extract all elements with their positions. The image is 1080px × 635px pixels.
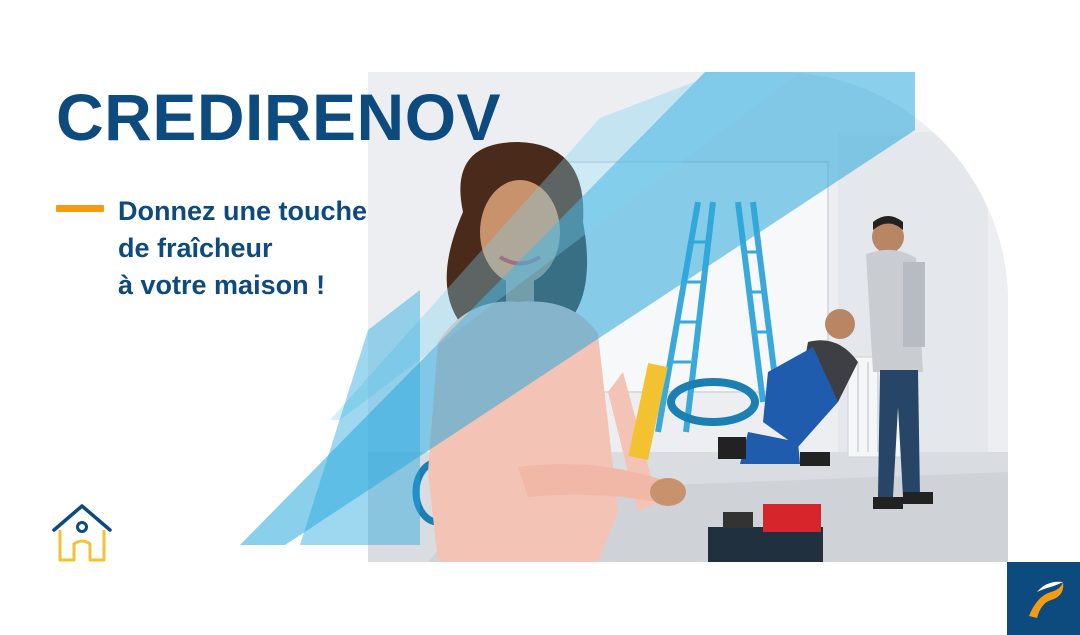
tagline-line-1: Donnez une touche: [118, 196, 367, 226]
promo-banner: CREDIRENOV Donnez une touche de fraîcheu…: [0, 0, 1080, 635]
page-title: CREDIRENOV: [56, 80, 502, 154]
tagline: Donnez une touche de fraîcheur à votre m…: [118, 193, 438, 304]
bank-logo-icon: [1007, 562, 1080, 635]
accent-dash: [56, 205, 104, 212]
house-icon: [48, 500, 116, 564]
tagline-line-3: à votre maison !: [118, 270, 326, 300]
tagline-line-2: de fraîcheur: [118, 233, 273, 263]
